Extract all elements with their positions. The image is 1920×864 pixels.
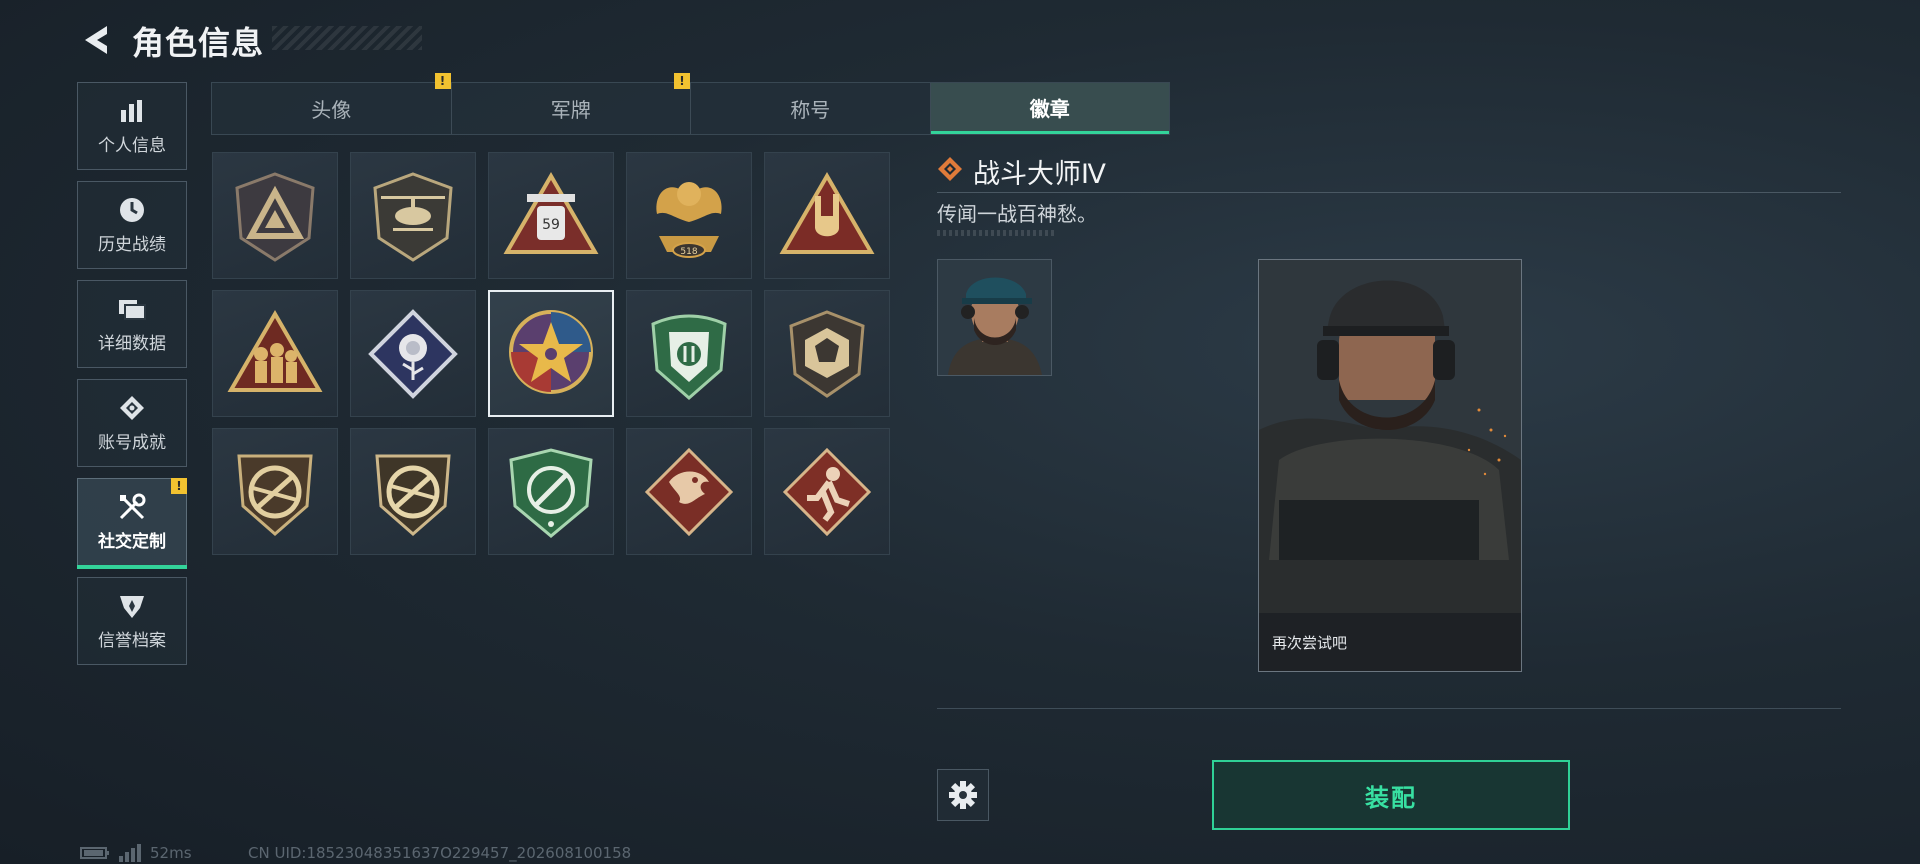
rank-diamond-icon <box>938 157 962 181</box>
sidebar-item-label: 账号成就 <box>98 432 166 453</box>
crosshair-knife-badge-icon <box>509 447 593 538</box>
badge-cell[interactable]: 518 <box>626 152 752 279</box>
badge-cell[interactable] <box>764 428 890 555</box>
divider <box>937 192 1841 193</box>
operator-portrait: 再次尝试吧 <box>1258 259 1522 672</box>
badge-cell[interactable] <box>488 428 614 555</box>
tab-label: 徽章 <box>1029 96 1070 121</box>
runner-badge-icon <box>782 447 872 536</box>
dragon-badge-icon <box>644 447 734 536</box>
shield-icon <box>117 592 147 620</box>
sidebar: 个人信息 历史战绩 详细数据 账号成就 ! 社交定制 信誉档案 <box>77 82 187 676</box>
badge-title: 战斗大师Ⅳ <box>973 159 1106 190</box>
badge-cell[interactable] <box>212 152 338 279</box>
triangle-emblem-badge-icon <box>235 171 315 262</box>
tools-icon <box>117 493 147 521</box>
no-rifle-2-badge-icon <box>375 454 451 536</box>
green-crest-badge-icon <box>651 314 727 400</box>
tab-label: 头像 <box>311 98 352 122</box>
tab-badge[interactable]: 徽章 <box>930 83 1169 134</box>
sidebar-item-label: 历史战绩 <box>98 234 166 255</box>
settings-button[interactable] <box>937 769 989 821</box>
sidebar-item-label: 个人信息 <box>98 135 166 156</box>
badge-cell[interactable] <box>626 290 752 417</box>
badge-text: 59 <box>542 217 560 233</box>
badge-cell[interactable] <box>350 290 476 417</box>
gear-icon <box>949 781 977 809</box>
rose-badge-icon <box>368 308 458 399</box>
badge-cell[interactable] <box>212 428 338 555</box>
signal-icon <box>119 844 141 862</box>
sidebar-item-history[interactable]: 历史战绩 <box>77 181 187 269</box>
tab-title[interactable]: 称号 <box>691 83 931 134</box>
ping-text: 52ms <box>150 844 192 862</box>
equip-button[interactable]: 装配 <box>1212 760 1570 830</box>
badge-cell[interactable] <box>212 290 338 417</box>
folder-icon <box>117 295 147 323</box>
tab-label: 军牌 <box>550 98 591 122</box>
tab-label: 称号 <box>790 98 831 122</box>
sidebar-item-reputation[interactable]: 信誉档案 <box>77 577 187 665</box>
badge-cell[interactable] <box>764 290 890 417</box>
badge-text: 518 <box>680 247 697 257</box>
star-medal-badge-icon <box>509 309 593 394</box>
badge-cell-selected[interactable] <box>488 290 614 417</box>
medal-icon <box>117 394 147 422</box>
decoration <box>937 230 1057 236</box>
alert-badge: ! <box>434 73 451 89</box>
bar-chart-icon <box>117 97 147 125</box>
tab-dogtag[interactable]: 军牌 ! <box>452 73 691 134</box>
page-title: 角色信息 <box>132 24 265 62</box>
dice-badge-icon <box>789 309 865 398</box>
sidebar-item-achievements[interactable]: 账号成就 <box>77 379 187 467</box>
no-rifle-badge-icon <box>237 454 313 536</box>
sidebar-item-label: 详细数据 <box>98 333 166 354</box>
badge-description: 传闻一战百神愁。 <box>937 202 1097 226</box>
badge-cell[interactable] <box>350 152 476 279</box>
badge-grid: 59 518 <box>212 152 894 555</box>
divider <box>937 708 1841 709</box>
operator-portrait-image <box>1259 260 1521 671</box>
clock-icon <box>117 196 147 224</box>
alert-badge: ! <box>674 73 690 89</box>
sidebar-item-personal-info[interactable]: 个人信息 <box>77 82 187 170</box>
uid-text: CN UID:18523048351637O229457_20260810015… <box>248 844 632 862</box>
sidebar-item-detailed-data[interactable]: 详细数据 <box>77 280 187 368</box>
helicopter-badge-icon <box>373 171 453 262</box>
badge-cell[interactable] <box>350 428 476 555</box>
back-button[interactable] <box>78 20 114 60</box>
portrait-caption: 再次尝试吧 <box>1259 613 1521 671</box>
tab-avatar[interactable]: 头像 ! <box>212 73 452 134</box>
battery-icon <box>80 847 109 859</box>
alert-badge: ! <box>171 478 187 494</box>
hand-sign-badge-icon <box>779 171 875 254</box>
title-decoration <box>272 26 422 50</box>
operator-avatar-image <box>938 260 1051 375</box>
badge-cell[interactable] <box>764 152 890 279</box>
badge-cell[interactable]: 59 <box>488 152 614 279</box>
chevron-left-icon <box>85 26 107 54</box>
sidebar-item-label: 社交定制 <box>98 531 166 552</box>
soldiers-badge-icon <box>227 309 323 392</box>
tab-bar: 头像 ! 军牌 ! 称号 徽章 <box>211 73 1170 135</box>
avatar-thumbnail[interactable] <box>937 259 1052 376</box>
medic-59-badge-icon: 59 <box>503 171 599 254</box>
sidebar-item-label: 信誉档案 <box>98 630 166 651</box>
sidebar-item-social-custom[interactable]: ! 社交定制 <box>77 478 187 569</box>
badge-cell[interactable] <box>626 428 752 555</box>
network-status: 52ms <box>80 844 192 862</box>
phoenix-skull-badge-icon: 518 <box>656 181 722 258</box>
